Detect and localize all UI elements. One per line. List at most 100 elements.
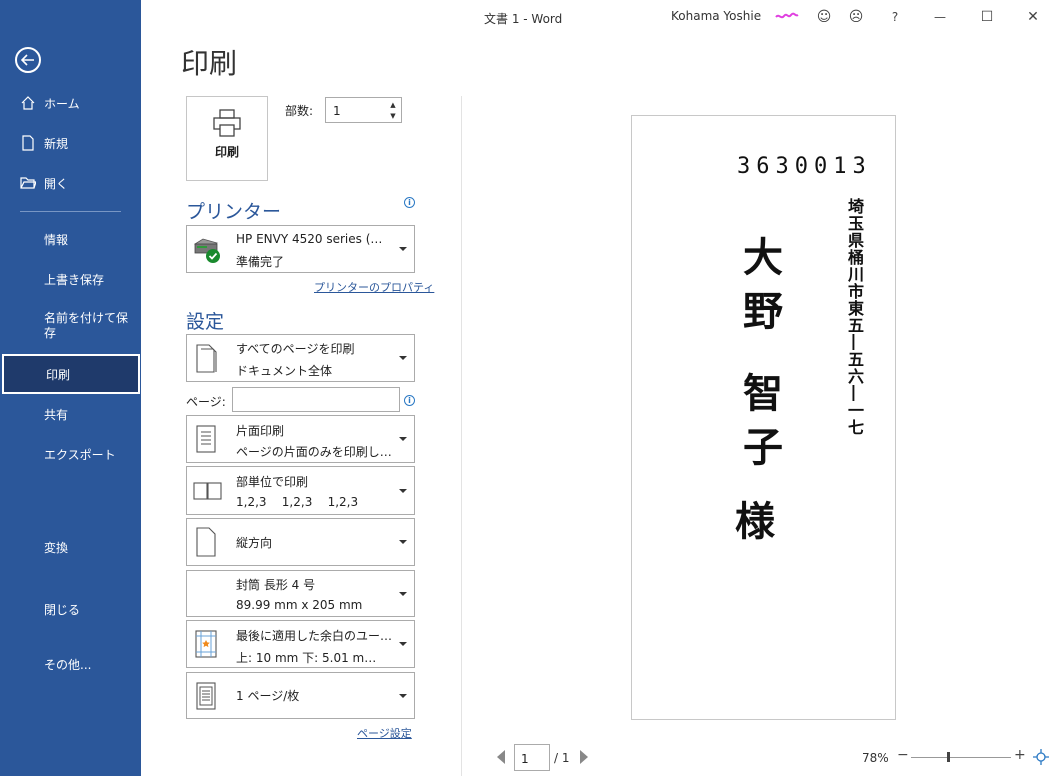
zoom-slider-thumb[interactable] [947,752,950,762]
sides-title: 片面印刷 [236,424,285,438]
page-setup-link[interactable]: ページ設定 [357,725,412,741]
previous-page-icon[interactable] [497,750,505,764]
nav-new[interactable]: 新規 [0,124,141,162]
nav-share-label: 共有 [44,407,69,422]
info-icon[interactable]: i [404,197,415,208]
open-folder-icon [20,177,36,189]
document-title: 文書 1 - Word [484,12,563,26]
printer-name: HP ENVY 4520 series (… [236,232,383,246]
printer-ready-icon [194,238,220,263]
collate-title: 部単位で印刷 [236,475,309,489]
info-icon[interactable]: i [404,395,415,406]
dropdown-arrow-icon [399,694,407,698]
nav-save[interactable]: 上書き保存 [0,260,141,298]
recipient-name: 大野 智子 [736,236,783,480]
chevron-up-icon[interactable]: ▲ [388,100,398,110]
printer-heading: プリンター [186,201,282,223]
nav-open-label: 開く [44,176,69,191]
help-icon[interactable]: ? [885,8,905,26]
new-document-icon [22,135,34,151]
pages-input[interactable] [232,387,400,412]
chevron-down-icon[interactable]: ▼ [388,111,398,121]
printer-status: 準備完了 [236,255,285,269]
zoom-percent[interactable]: 78% [862,751,889,765]
sides-dropdown[interactable]: 片面印刷 ページの片面のみを印刷し… [186,415,415,463]
paper-size-dropdown[interactable]: 封筒 長形 4 号 89.99 mm x 205 mm [186,570,415,617]
nav-more[interactable]: その他... [0,645,141,683]
print-range-dropdown[interactable]: すべてのページを印刷 ドキュメント全体 [186,334,415,382]
zoom-slider[interactable] [911,757,1011,758]
dropdown-arrow-icon [399,540,407,544]
pages-icon [196,344,217,373]
print-range-sub: ドキュメント全体 [236,364,333,378]
smile-feedback-icon[interactable]: ☺ [814,8,834,26]
nav-new-label: 新規 [44,136,69,151]
nav-close-label: 閉じる [44,602,81,617]
print-preview-page: 3630013 埼玉県桶川市東五―五六―一七 大野 智子 様 [631,115,896,720]
one-page-per-sheet-icon [196,682,216,710]
margins-title: 最後に適用した余白のユー… [236,629,393,643]
paper-size-sub: 89.99 mm x 205 mm [236,598,363,612]
pages-label: ページ: [186,395,226,409]
nav-export-label: エクスポート [44,447,116,462]
back-arrow-icon[interactable] [15,47,41,73]
sides-sub: ページの片面のみを印刷し… [236,445,392,459]
zoom-out-icon[interactable]: − [897,747,909,763]
copies-stepper[interactable]: 1 ▲ ▼ [325,97,402,123]
copies-label: 部数: [285,104,314,118]
custom-margins-icon [195,630,217,658]
nav-save-as[interactable]: 名前を付けて保存 [0,308,141,346]
next-page-icon[interactable] [580,750,588,764]
single-sided-icon [196,425,216,453]
address: 埼玉県桶川市東五―五六―一七 [845,198,864,436]
user-signature-icon [775,12,799,19]
user-name[interactable]: Kohama Yoshie [671,9,761,23]
minimize-icon[interactable]: — [930,8,950,26]
backstage-sidebar: ホーム 新規 開く 情報 上書き保存 名前を付けて保存 印刷 共有 エクスポート… [0,0,141,776]
close-icon[interactable]: ✕ [1023,8,1043,26]
honorific: 様 [735,498,775,545]
nav-convert[interactable]: 変換 [0,528,141,566]
dropdown-arrow-icon [399,356,407,360]
copies-value: 1 [333,104,341,118]
print-button[interactable]: 印刷 [186,96,268,181]
dropdown-arrow-icon [399,642,407,646]
margins-dropdown[interactable]: 最後に適用した余白のユー… 上: 10 mm 下: 5.01 m… [186,620,415,668]
nav-info-label: 情報 [44,232,69,247]
nav-home[interactable]: ホーム [0,84,141,122]
nav-print[interactable]: 印刷 [2,354,140,394]
total-pages: / 1 [554,751,570,765]
collate-dropdown[interactable]: 部単位で印刷 1,2,3 1,2,3 1,2,3 [186,466,415,515]
fit-to-page-icon[interactable] [1033,749,1049,765]
nav-info[interactable]: 情報 [0,220,141,258]
nav-convert-label: 変換 [44,540,69,555]
nav-save-as-label: 名前を付けて保存 [44,311,129,340]
dropdown-arrow-icon [399,489,407,493]
nav-open[interactable]: 開く [0,164,141,202]
pages-per-sheet-title: 1 ページ/枚 [236,689,300,703]
margins-sub: 上: 10 mm 下: 5.01 m… [236,651,377,665]
panel-divider [461,96,462,776]
zoom-in-icon[interactable]: + [1014,747,1026,763]
dropdown-arrow-icon [399,592,407,596]
settings-heading: 設定 [186,311,225,333]
frown-feedback-icon[interactable]: ☹ [846,8,866,26]
portrait-icon [196,527,216,557]
nav-export[interactable]: エクスポート [0,435,141,473]
nav-close[interactable]: 閉じる [0,590,141,628]
pages-per-sheet-dropdown[interactable]: 1 ページ/枚 [186,672,415,719]
collated-icon [193,482,222,500]
maximize-icon[interactable]: ☐ [977,8,997,26]
print-range-title: すべてのページを印刷 [236,342,355,356]
current-page: 1 [521,752,529,766]
orientation-dropdown[interactable]: 縦方向 [186,518,415,566]
printer-properties-link[interactable]: プリンターのプロパティ [314,279,434,295]
dropdown-arrow-icon [399,247,407,251]
page-number-input[interactable]: 1 [514,744,550,771]
dropdown-arrow-icon [399,437,407,441]
sidebar-divider [20,211,121,212]
nav-share[interactable]: 共有 [0,395,141,433]
title-bar: 文書 1 - Word Kohama Yoshie ☺ ☹ ? — ☐ ✕ [141,0,1057,34]
nav-more-label: その他... [44,657,92,672]
printer-dropdown[interactable]: HP ENVY 4520 series (… 準備完了 [186,225,415,273]
